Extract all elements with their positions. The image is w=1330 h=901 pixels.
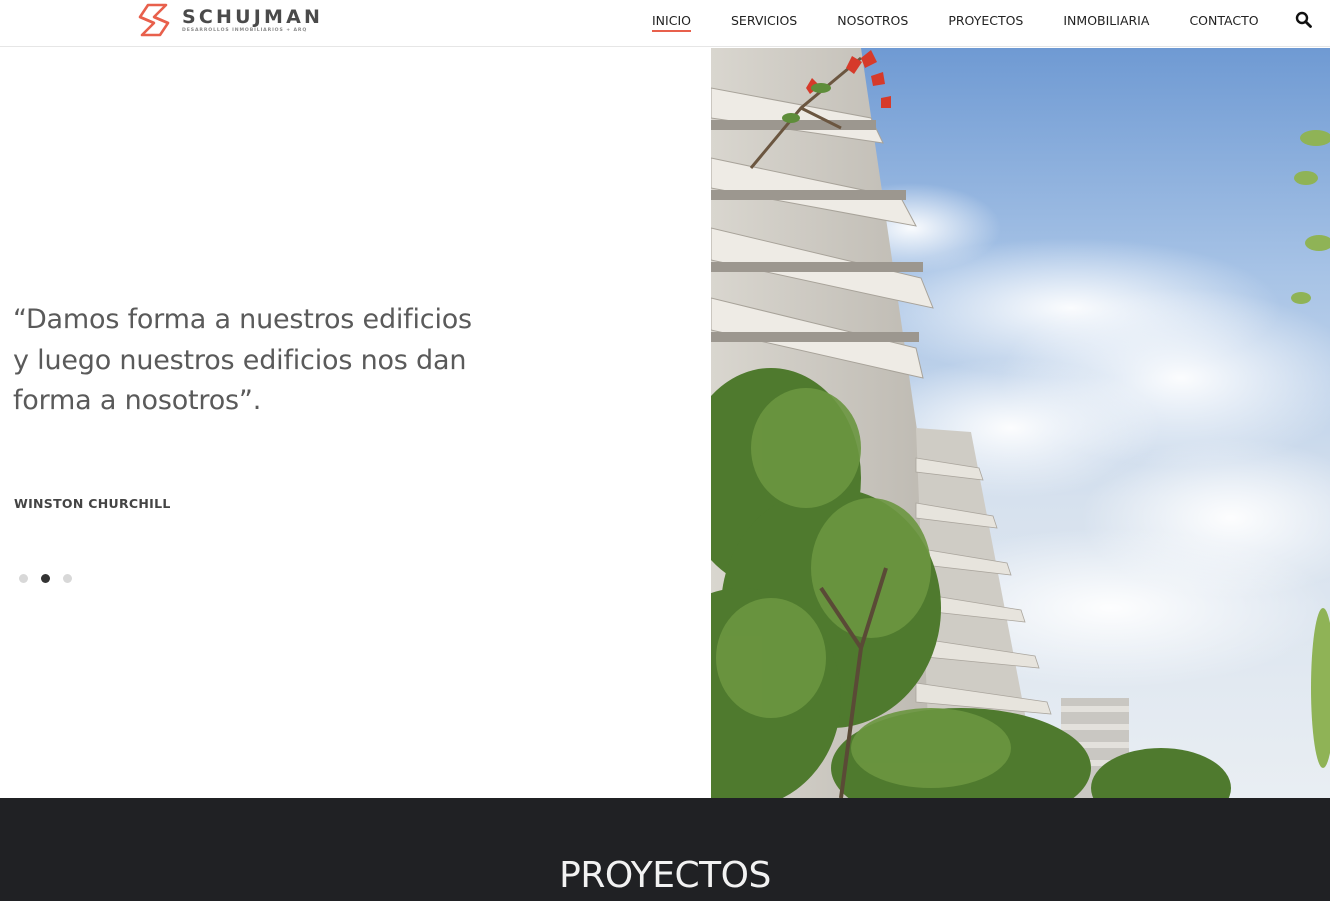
main-nav: INICIO SERVICIOS NOSOTROS PROYECTOS INMO… — [632, 0, 1279, 40]
projects-title: PROYECTOS — [559, 855, 771, 896]
slider-pagination — [19, 574, 85, 583]
search-icon[interactable] — [1295, 11, 1312, 28]
projects-section: PROYECTOS — [0, 798, 1330, 901]
logo[interactable]: SCHUJMAN DESARROLLOS INMOBILIARIOS + ARQ — [138, 2, 323, 38]
hero-image — [711, 48, 1330, 798]
nav-item-contacto[interactable]: CONTACTO — [1169, 0, 1278, 40]
quote-panel: “Damos forma a nuestros edificios y lueg… — [0, 47, 711, 798]
nav-item-proyectos[interactable]: PROYECTOS — [928, 0, 1043, 40]
logo-tagline: DESARROLLOS INMOBILIARIOS + ARQ — [182, 27, 308, 33]
hero-quote: “Damos forma a nuestros edificios y lueg… — [13, 304, 472, 416]
nav-item-servicios[interactable]: SERVICIOS — [711, 0, 817, 40]
hero-slider: “Damos forma a nuestros edificios y lueg… — [0, 47, 1330, 798]
building-render-illustration — [711, 48, 1330, 798]
slider-dot-3[interactable] — [63, 574, 72, 583]
nav-item-inmobiliaria[interactable]: INMOBILIARIA — [1043, 0, 1169, 40]
slider-dot-1[interactable] — [19, 574, 28, 583]
site-header: SCHUJMAN DESARROLLOS INMOBILIARIOS + ARQ… — [0, 0, 1330, 47]
logo-name: SCHUJMAN — [182, 5, 324, 28]
nav-item-inicio[interactable]: INICIO — [632, 0, 711, 40]
hero-quote-author: WINSTON CHURCHILL — [14, 496, 171, 511]
schujman-s-logo-icon — [138, 3, 170, 37]
slider-dot-2[interactable] — [41, 574, 50, 583]
nav-item-nosotros[interactable]: NOSOTROS — [817, 0, 928, 40]
